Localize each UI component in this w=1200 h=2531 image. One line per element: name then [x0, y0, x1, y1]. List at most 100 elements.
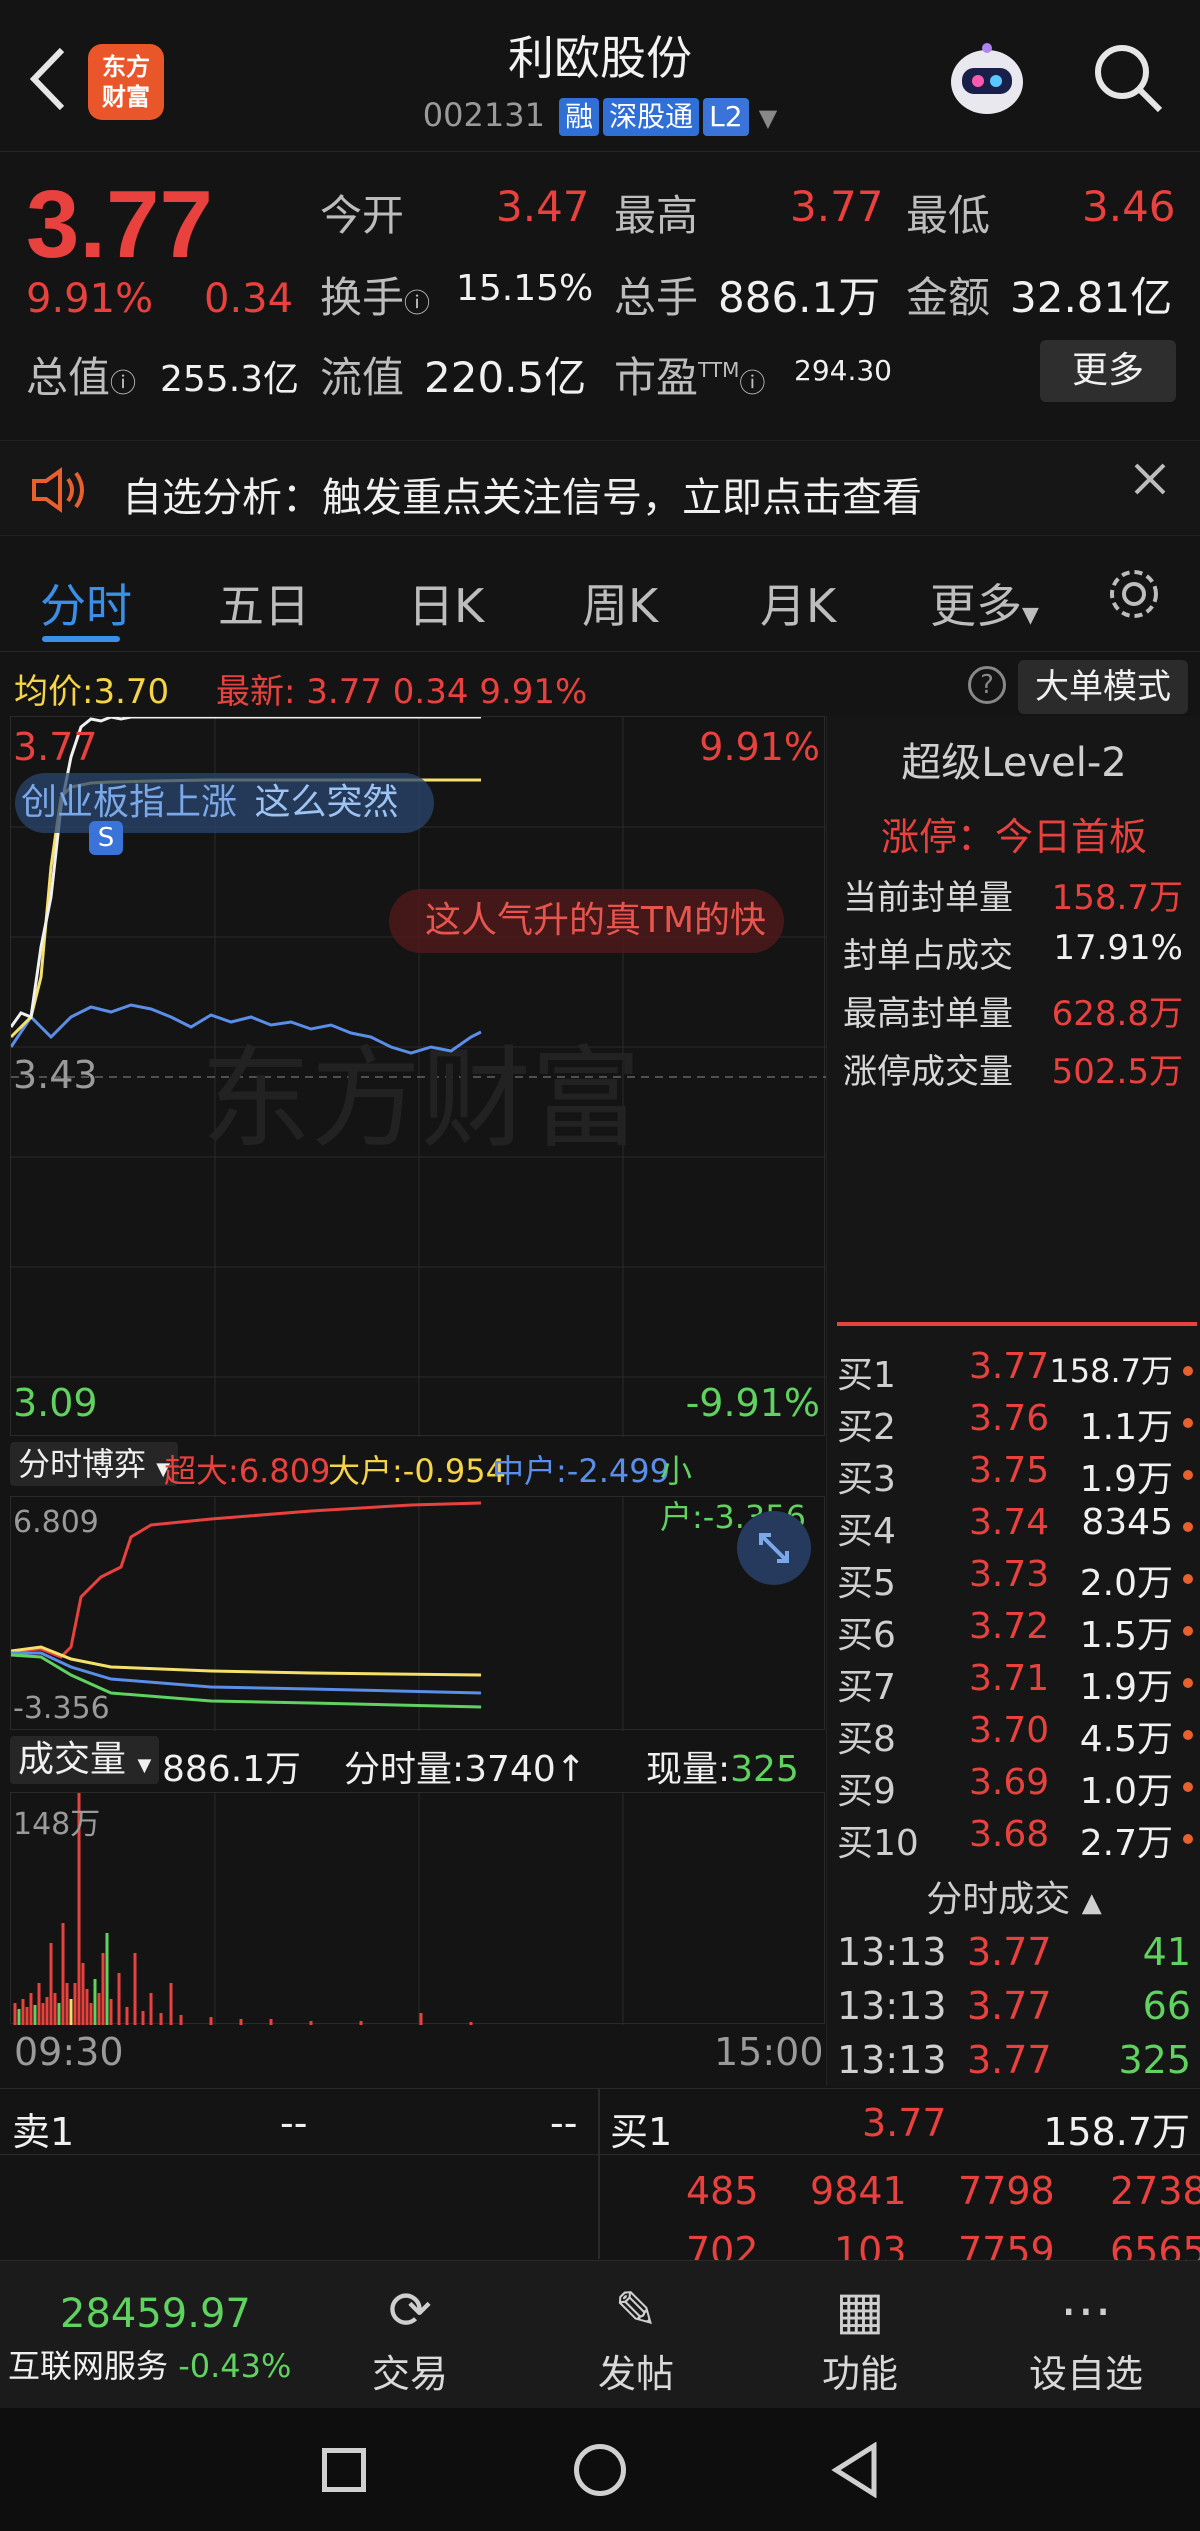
time-start: 09:30: [14, 2030, 124, 2074]
comment-bubble-2[interactable]: 这人气升的真TM的快: [389, 889, 785, 953]
chart-pct-low: -9.91%: [685, 1381, 820, 1425]
info-icon[interactable]: ⓘ: [739, 369, 765, 399]
float-value: 220.5亿: [424, 353, 587, 402]
time-end: 15:00: [714, 2030, 824, 2074]
flow-mid: 中户:-2.499: [492, 1452, 670, 1490]
nav-post[interactable]: ✎ 发帖: [556, 2279, 716, 2398]
current-volume: 现量:325: [646, 1749, 799, 1790]
level2-panel: 超级Level-2 涨停：今日首板 当前封单量 158.7万 封单占成交 17.91…: [826, 716, 1200, 2086]
bid-row[interactable]: 买8 3.70 4.5万: [837, 1710, 1197, 1762]
bid-ask-divider: [837, 1322, 1197, 1326]
trade-row: 13:13 3.77 325: [837, 2038, 1191, 2082]
buy1-label: 买1: [610, 2110, 673, 2154]
high-value: 3.77: [790, 182, 884, 231]
notice-bar[interactable]: 自选分析：触发重点关注信号，立即点击查看: [0, 440, 1200, 536]
change-amount: 0.34: [204, 276, 294, 322]
turnover-label: 换手ⓘ: [320, 273, 431, 322]
bid-row[interactable]: 买5 3.73 2.0万: [837, 1554, 1197, 1606]
flow-ymin: -3.356: [13, 1691, 110, 1726]
tab-more[interactable]: 更多▼: [930, 570, 1039, 636]
recent-apps-icon[interactable]: [322, 2448, 366, 2492]
bid-row[interactable]: 买10 3.68 2.7万: [837, 1814, 1197, 1866]
quote-panel: 3.77 9.91% 0.34 总值ⓘ 255.3亿 今开 3.47 最高 3.…: [0, 152, 1200, 424]
current-price: 3.77: [26, 171, 213, 278]
open-value: 3.47: [496, 182, 590, 231]
amount-value: 32.81亿: [1010, 273, 1173, 322]
tab-daily-k[interactable]: 日K: [408, 570, 484, 636]
info-icon[interactable]: ⓘ: [404, 289, 430, 319]
low-label: 最低: [906, 191, 991, 240]
sector-index-line: 互联网服务 -0.43%: [8, 2347, 292, 2385]
volume-mode-dropdown[interactable]: 成交量 ▼: [10, 1736, 160, 1784]
bid-row[interactable]: 买2 3.76 1.1万: [837, 1398, 1197, 1450]
chart-price-low: 3.09: [13, 1381, 98, 1425]
tab-five-day[interactable]: 五日: [218, 570, 310, 636]
home-icon[interactable]: [574, 2444, 626, 2496]
expand-icon[interactable]: [737, 1511, 811, 1585]
limit-volume-row: 涨停成交量 502.5万: [843, 1052, 1183, 1092]
robot-assistant-icon[interactable]: [942, 38, 1032, 124]
bubble-text-1b: 这么突然: [254, 782, 399, 823]
amount-label: 金额: [906, 273, 991, 322]
more-button[interactable]: 更多: [1040, 340, 1176, 402]
volume-value: 886.1万: [718, 273, 881, 322]
sell1-row[interactable]: 卖1 -- --: [0, 2089, 598, 2155]
volume-chart[interactable]: 148万: [10, 1792, 825, 2025]
queue-cell: 485: [686, 2169, 759, 2213]
volume-ymax: 148万: [13, 1807, 101, 1842]
latest-price: 最新: 3.77 0.34 9.91%: [216, 672, 588, 712]
seal-current-row: 当前封单量 158.7万: [843, 878, 1183, 918]
back-nav-icon[interactable]: [830, 2441, 880, 2499]
pe-value: 294.30: [794, 354, 892, 387]
bottom-nav: 28459.97 互联网服务 -0.43% ⟳ 交易 ✎ 发帖 ▦ 功能 ⋯ 设自选: [0, 2260, 1200, 2408]
settings-gear-icon[interactable]: [1104, 564, 1164, 624]
chart-prev-close: 3.43: [13, 1053, 98, 1097]
bid-row[interactable]: 买7 3.71 1.9万: [837, 1658, 1197, 1710]
flow-mode-dropdown[interactable]: 分时博弈 ▼: [10, 1442, 179, 1486]
tag-l2: L2: [703, 98, 749, 136]
big-order-mode-button[interactable]: 大单模式: [1018, 660, 1188, 714]
search-icon[interactable]: [1090, 40, 1166, 116]
chevron-down-icon[interactable]: ▼: [759, 104, 777, 132]
bid-row[interactable]: 买6 3.72 1.5万: [837, 1606, 1197, 1658]
grid-apps-icon: ▦: [835, 2281, 885, 2341]
change-percent: 9.91%: [26, 276, 154, 322]
close-icon[interactable]: [1130, 459, 1170, 499]
bid-row[interactable]: 买3 3.75 1.9万: [837, 1450, 1197, 1502]
help-icon[interactable]: ?: [968, 666, 1006, 704]
bid-row[interactable]: 买4 3.74 8345: [837, 1502, 1197, 1554]
nav-add-watchlist[interactable]: ⋯ 设自选: [1006, 2279, 1166, 2398]
volume-legend: 成交量 ▼ 886.1万 分时量:3740↑ 现量:325: [10, 1732, 825, 1790]
mktcap-value: 255.3亿: [160, 359, 300, 400]
header-bar: 东方 财富 利欧股份 002131 融深股通 L2 ▼: [0, 0, 1200, 152]
trades-title[interactable]: 分时成交 ▲: [827, 1870, 1200, 1922]
stock-code: 002131: [422, 96, 545, 134]
level2-title[interactable]: 超级Level-2: [827, 730, 1200, 788]
volume-total: 886.1万: [162, 1749, 302, 1790]
intraday-chart[interactable]: 东方财富 3.77 9.91% 3.43 3.09 -9.91% 创业板指上涨 …: [10, 716, 826, 1437]
info-icon[interactable]: ⓘ: [110, 369, 136, 399]
svg-text:东方财富: 东方财富: [201, 1035, 641, 1163]
comment-bubble[interactable]: 创业板指上涨 这么突然: [15, 773, 435, 833]
tab-weekly-k[interactable]: 周K: [582, 570, 658, 636]
nav-functions[interactable]: ▦ 功能: [780, 2279, 940, 2398]
avg-price: 均价:3.70: [14, 672, 170, 712]
bid-row[interactable]: 买1 3.77 158.7万: [837, 1346, 1197, 1398]
chart-price-high: 3.77: [13, 725, 98, 769]
nav-trade[interactable]: ⟳ 交易: [330, 2279, 490, 2398]
tab-monthly-k[interactable]: 月K: [760, 570, 836, 636]
sector-index[interactable]: 28459.97 互联网服务 -0.43%: [8, 2291, 308, 2387]
flow-legend: 分时博弈 ▼ 超大:6.809 大户:-0.954 中户:-2.499 小户:-…: [10, 1436, 825, 1536]
price-info-line: 均价:3.70 最新: 3.77 0.34 9.91% ? 大单模式: [0, 656, 1200, 716]
turnover-value: 15.15%: [456, 268, 594, 309]
buy1-row[interactable]: 买1 3.77 158.7万: [600, 2089, 1200, 2155]
low-value: 3.46: [1082, 182, 1176, 231]
yen-exchange-icon: ⟳: [388, 2281, 432, 2341]
high-label: 最高: [614, 191, 699, 240]
flow-chart[interactable]: 6.809 -3.356: [10, 1496, 825, 1731]
sell1-price: --: [280, 2101, 308, 2145]
sector-index-value: 28459.97: [60, 2291, 251, 2337]
tab-intraday[interactable]: 分时: [40, 570, 132, 636]
bid-row[interactable]: 买9 3.69 1.0万: [837, 1762, 1197, 1814]
seal-ratio-row: 封单占成交 17.91%: [843, 928, 1183, 976]
